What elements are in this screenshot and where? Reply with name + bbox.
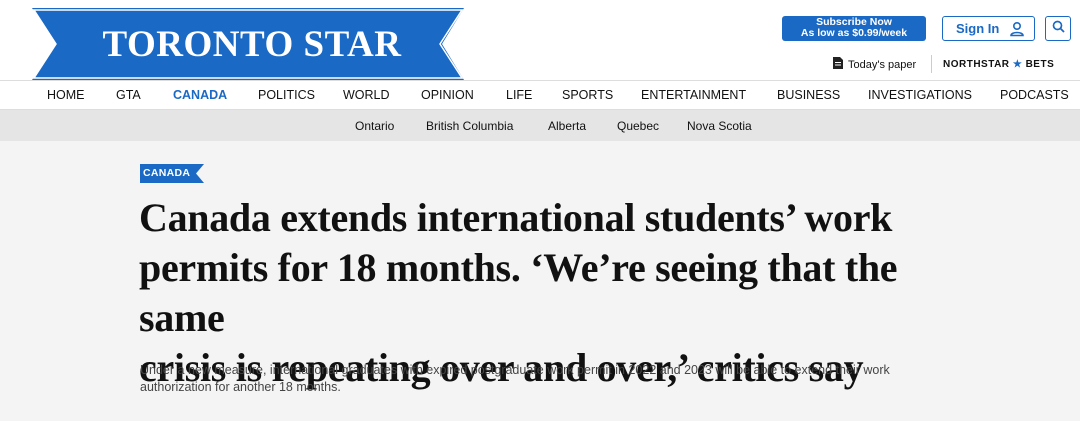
logo-wordmark: TORONTO STAR (102, 23, 402, 65)
northstar-bets-link[interactable]: NORTHSTAR ★ BETS (943, 59, 1054, 70)
subnav-item-ontario[interactable]: Ontario (355, 119, 394, 133)
newspaper-icon (833, 57, 843, 72)
search-button[interactable] (1045, 16, 1071, 41)
nav-item-world[interactable]: WORLD (343, 88, 390, 102)
star-icon: ★ (1012, 59, 1023, 70)
nav-item-sports[interactable]: SPORTS (562, 88, 613, 102)
section-tag-label: CANADA (143, 167, 191, 179)
northstar-label: NORTHSTAR (943, 59, 1010, 70)
header-divider (931, 55, 932, 73)
nav-item-gta[interactable]: GTA (116, 88, 141, 102)
nav-item-investigations[interactable]: INVESTIGATIONS (868, 88, 972, 102)
sign-in-label: Sign In (956, 21, 1000, 36)
nav-item-business[interactable]: BUSINESS (777, 88, 840, 102)
nav-item-podcasts[interactable]: PODCASTS (1000, 88, 1069, 102)
nav-item-entertainment[interactable]: ENTERTAINMENT (641, 88, 746, 102)
nav-item-home[interactable]: HOME (47, 88, 85, 102)
nav-item-canada[interactable]: CANADA (173, 88, 227, 102)
subscribe-button[interactable]: Subscribe Now As low as $0.99/week (782, 16, 926, 41)
bets-label: BETS (1025, 59, 1055, 70)
sign-in-button[interactable]: Sign In (942, 16, 1035, 41)
active-nav-caret (192, 101, 204, 107)
nav-item-life[interactable]: LIFE (506, 88, 532, 102)
search-icon (1052, 20, 1065, 38)
subscribe-price: As low as $0.99/week (800, 27, 908, 39)
todays-paper-link[interactable]: Today's paper (833, 57, 916, 72)
subnav-item-british-columbia[interactable]: British Columbia (426, 119, 513, 133)
subnav-item-nova-scotia[interactable]: Nova Scotia (687, 119, 752, 133)
sub-navigation: Ontario British Columbia Alberta Quebec … (0, 110, 1080, 141)
main-navigation: HOME GTA CANADA POLITICS WORLD OPINION L… (0, 80, 1080, 110)
site-header: TORONTO STAR Subscribe Now As low as $0.… (0, 0, 1080, 80)
user-icon (1009, 21, 1025, 37)
subnav-item-quebec[interactable]: Quebec (617, 119, 659, 133)
headline-line: permits for 18 months. ‘We’re seeing tha… (139, 245, 898, 340)
toronto-star-logo[interactable]: TORONTO STAR (32, 8, 472, 80)
todays-paper-label: Today's paper (848, 58, 917, 71)
nav-item-opinion[interactable]: OPINION (421, 88, 474, 102)
article-dek: Under a new measure, international gradu… (140, 363, 890, 394)
headline-line: Canada extends international students’ w… (139, 195, 893, 240)
subnav-item-alberta[interactable]: Alberta (548, 119, 586, 133)
nav-item-politics[interactable]: POLITICS (258, 88, 315, 102)
